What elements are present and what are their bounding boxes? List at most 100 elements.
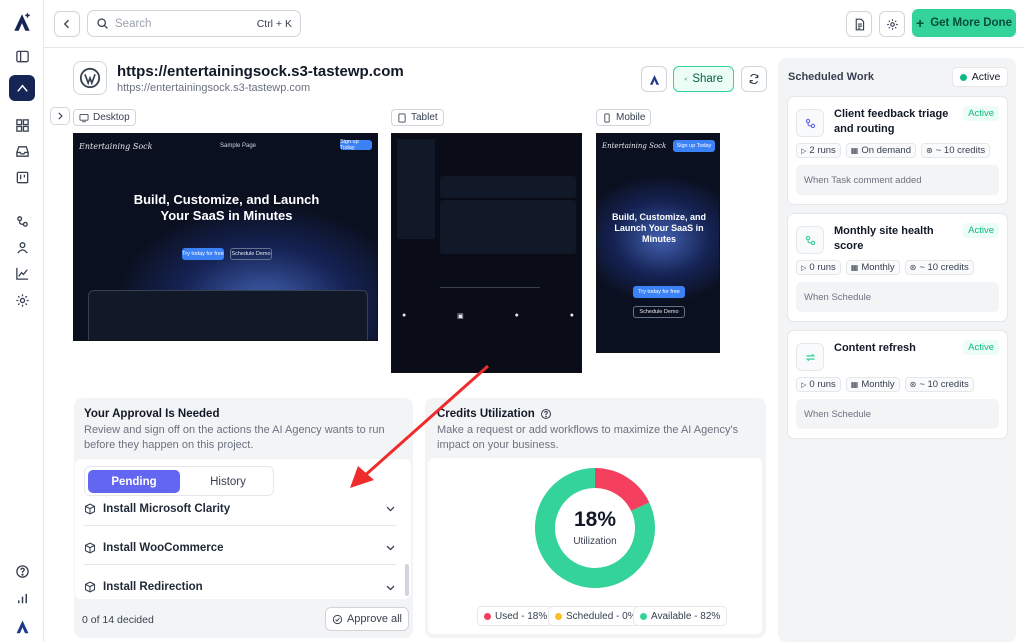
- tab-history[interactable]: History: [184, 470, 272, 493]
- scheduled-work-title: Scheduled Work: [788, 71, 874, 83]
- credits-label: ~ 10 credits: [919, 379, 969, 390]
- donut-slice-used: [594, 468, 650, 512]
- tab-pending[interactable]: Pending: [88, 470, 180, 493]
- nav-inbox-icon[interactable]: [10, 139, 34, 163]
- frequency-label: On demand: [861, 145, 912, 156]
- brand-logo-icon[interactable]: [10, 10, 34, 34]
- calendar-icon: ▦: [850, 263, 859, 272]
- play-icon: ▷: [801, 147, 807, 155]
- workflow-icon: [796, 109, 824, 137]
- arrow-shaft: [361, 364, 489, 480]
- nav-user-icon[interactable]: [10, 235, 34, 259]
- nav-board-icon[interactable]: [10, 165, 34, 189]
- list-item[interactable]: Install Microsoft Clarity: [84, 492, 396, 526]
- legend-used: Used - 18%: [477, 606, 555, 626]
- mobile-label[interactable]: Mobile: [596, 109, 652, 126]
- approve-all-button[interactable]: Approve all: [325, 607, 409, 631]
- legend-dot-available: [640, 612, 647, 620]
- site-title: https://entertainingsock.s3-tastewp.com: [117, 63, 404, 80]
- scheduled-item[interactable]: Monthly site health score Active ▷ 0 runs…: [787, 213, 1008, 322]
- legend-dot-scheduled: [555, 612, 562, 620]
- preview-nav: Sample Page: [220, 143, 257, 149]
- runs-label: 0 runs: [809, 262, 836, 273]
- legend-dot-used: [484, 612, 491, 620]
- chevron-down-icon: [386, 506, 395, 512]
- status-badge: Active: [963, 223, 999, 238]
- nav-settings-icon[interactable]: [10, 288, 34, 312]
- legend-scheduled: Scheduled - 0%: [548, 606, 644, 626]
- credits-icon: ⊛: [909, 380, 917, 389]
- workflow-icon: [796, 226, 824, 254]
- package-icon: [84, 542, 96, 553]
- approve-all-label: Approve all: [346, 613, 403, 625]
- utilization-percent: 18%: [573, 508, 617, 531]
- document-button[interactable]: [846, 11, 872, 37]
- frequency-chip: ▦ On demand: [845, 143, 917, 158]
- agency-logo-icon: [649, 74, 659, 85]
- wordpress-logo: [73, 61, 107, 95]
- mobile-preview-brand: Entertaining Sock: [602, 142, 667, 150]
- settings-button[interactable]: [879, 11, 905, 37]
- back-button[interactable]: [54, 11, 80, 37]
- credits-label: ~ 10 credits: [935, 145, 986, 156]
- mobile-preview-headline: Build, Customize, and Launch Your SaaS i…: [611, 212, 706, 244]
- tablet-logos-mock: ● ▣ ● ●: [402, 312, 574, 320]
- nav-home-icon[interactable]: [9, 75, 35, 101]
- play-icon: ▷: [801, 381, 807, 389]
- annotation-arrow: [350, 364, 489, 488]
- list-item[interactable]: Install WooCommerce: [84, 531, 396, 565]
- share-icon: [684, 77, 688, 81]
- chevron-right-icon: [58, 112, 63, 120]
- legend-used-label: Used - 18%: [495, 610, 548, 622]
- play-icon: ▷: [801, 264, 807, 272]
- share-label: Share: [692, 73, 723, 85]
- desktop-label[interactable]: Desktop: [73, 109, 136, 126]
- scheduled-item[interactable]: Client feedback triage and routing Activ…: [787, 96, 1008, 205]
- check-circle-icon: [332, 614, 343, 624]
- list-item[interactable]: Install Redirection: [84, 570, 396, 604]
- help-icon[interactable]: [540, 408, 552, 420]
- tablet-icon: [398, 113, 406, 122]
- list-scrollbar[interactable]: [405, 564, 409, 596]
- tablet-preview[interactable]: ● ▣ ● ●: [391, 133, 582, 373]
- package-icon: [84, 503, 96, 514]
- credits-icon: ⊛: [926, 146, 933, 155]
- search-input[interactable]: Search Ctrl + K: [87, 10, 301, 37]
- nav-workflow-icon[interactable]: [10, 209, 34, 233]
- tablet-label[interactable]: Tablet: [391, 109, 444, 126]
- scheduled-item-name: Content refresh: [834, 342, 916, 354]
- status-badge: Active: [963, 106, 999, 121]
- preview-brand: Entertaining Sock: [79, 142, 153, 151]
- sidebar-toggle-icon[interactable]: [10, 44, 34, 68]
- site-url[interactable]: https://entertainingsock.s3-tastewp.com: [117, 82, 310, 94]
- scheduled-status-badge[interactable]: Active: [952, 67, 1008, 87]
- agency-button[interactable]: [641, 66, 667, 92]
- mobile-preview-demo: Schedule Demo: [633, 306, 685, 318]
- help-icon[interactable]: [10, 559, 34, 583]
- list-item-label: Install Microsoft Clarity: [103, 502, 231, 515]
- account-logo-icon[interactable]: [10, 614, 34, 638]
- usage-bars-icon[interactable]: [10, 586, 34, 610]
- frequency-label: Monthly: [861, 379, 895, 390]
- wordpress-icon: [79, 67, 101, 89]
- expand-panel-button[interactable]: [50, 107, 70, 125]
- credits-chip: ⊛ ~ 10 credits: [904, 377, 974, 392]
- desktop-preview[interactable]: Entertaining Sock Sample Page Sign up To…: [73, 133, 378, 341]
- credits-icon: ⊛: [909, 263, 917, 272]
- share-button[interactable]: Share: [673, 66, 734, 92]
- search-icon: [97, 18, 108, 29]
- get-more-done-button[interactable]: + Get More Done: [912, 9, 1016, 37]
- plus-icon: +: [916, 15, 925, 31]
- mobile-preview[interactable]: Entertaining Sock Sign up Today Build, C…: [596, 133, 720, 353]
- left-rail: [0, 0, 44, 642]
- trigger-text: When Task comment added: [796, 165, 999, 195]
- desktop-icon: [79, 113, 89, 122]
- frequency-chip: ▦ Monthly: [845, 260, 900, 275]
- nav-grid-icon[interactable]: [10, 113, 34, 137]
- runs-chip: ▷ 0 runs: [796, 377, 841, 392]
- nav-analytics-icon[interactable]: [10, 261, 34, 285]
- credits-chip: ⊛ ~ 10 credits: [921, 143, 991, 158]
- refresh-button[interactable]: [741, 66, 767, 92]
- preview-signup: Sign up Today: [340, 139, 372, 151]
- scheduled-item[interactable]: Content refresh Active ▷ 0 runs ▦ Monthly …: [787, 330, 1008, 439]
